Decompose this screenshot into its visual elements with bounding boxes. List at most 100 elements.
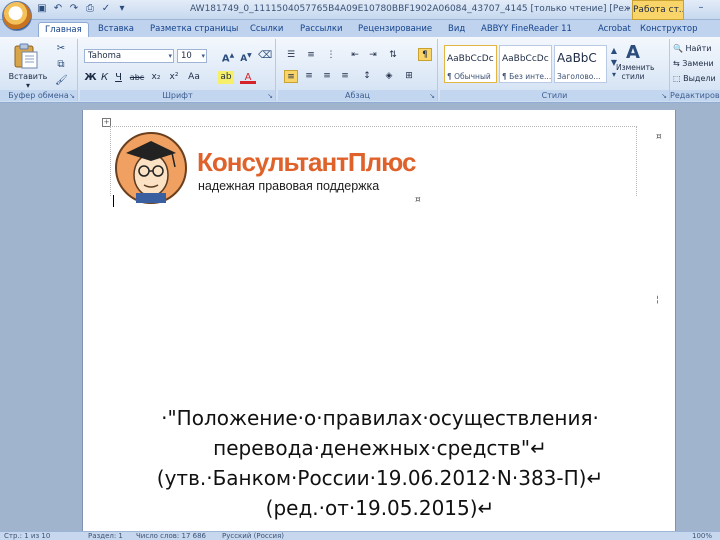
show-formatting-button[interactable]: ¶: [418, 48, 432, 61]
print-icon[interactable]: ⎙: [84, 3, 96, 15]
line-spacing-icon[interactable]: ↕: [360, 70, 374, 83]
increase-indent-icon[interactable]: ⇥: [366, 49, 380, 62]
clipboard-launcher-icon[interactable]: ↘: [69, 92, 75, 100]
tab-view[interactable]: Вид: [448, 22, 465, 37]
ribbon-tabs: Главная Вставка Разметка страницы Ссылки…: [0, 20, 720, 37]
highlight-button[interactable]: ab: [218, 71, 234, 84]
document-workspace: + КонсультантПлюс надежная правовая подд…: [0, 103, 720, 540]
spellcheck-icon[interactable]: ✓: [100, 3, 112, 15]
strikethrough-button[interactable]: abc: [128, 71, 146, 84]
document-approval-line: (утв.·Банком·России·19.06.2012·N·383-П)↵: [156, 466, 604, 490]
document-revision-line: (ред.·от·19.05.2015)↵: [265, 496, 495, 520]
status-word-count[interactable]: Число слов: 17 686: [136, 532, 206, 540]
cut-icon[interactable]: ✂: [55, 43, 67, 55]
font-launcher-icon[interactable]: ↘: [267, 92, 273, 100]
underline-button[interactable]: Ч: [112, 71, 125, 84]
status-page[interactable]: Стр.: 1 из 10: [4, 532, 50, 540]
superscript-button[interactable]: x²: [166, 71, 182, 84]
minimize-button[interactable]: –: [690, 3, 712, 15]
style-no-spacing[interactable]: AaBbCcDc ¶ Без инте...: [499, 45, 552, 83]
paragraph-launcher-icon[interactable]: ↘: [429, 92, 435, 100]
sort-icon[interactable]: ⇅: [386, 49, 400, 62]
office-button[interactable]: [2, 1, 32, 31]
paste-button[interactable]: Вставить ▾: [6, 72, 50, 90]
format-painter-icon[interactable]: 🖌: [55, 75, 68, 87]
dropdown-icon[interactable]: ▾: [116, 3, 128, 15]
numbering-icon[interactable]: ≡: [304, 49, 318, 62]
align-center-icon[interactable]: ≡: [302, 70, 316, 83]
paste-arrow-icon: ▾: [25, 81, 30, 90]
document-title-line-1: ·"Положение·о·правилах·осуществления·: [161, 406, 599, 430]
status-section[interactable]: Раздел: 1: [88, 532, 123, 540]
document-title-line-2: перевода·денежных·средств"↵: [213, 436, 547, 460]
text-cursor: [113, 195, 114, 207]
clipboard-group-label: Буфер обмена: [0, 90, 77, 101]
tab-insert[interactable]: Вставка: [98, 22, 134, 37]
tab-references[interactable]: Ссылки: [250, 22, 283, 37]
replace-button[interactable]: ⇆ Замени: [673, 58, 720, 70]
logo-title: КонсультантПлюс: [197, 147, 416, 177]
tab-page-layout[interactable]: Разметка страницы: [150, 22, 238, 37]
tab-review[interactable]: Рецензирование: [358, 22, 432, 37]
tab-mailings[interactable]: Рассылки: [300, 22, 342, 37]
style-name: Заголово...: [557, 72, 601, 81]
tab-acrobat[interactable]: Acrobat: [598, 22, 631, 37]
decrease-indent-icon[interactable]: ⇤: [348, 49, 362, 62]
style-sample: AaBbC: [557, 51, 597, 65]
borders-icon[interactable]: ⊞: [402, 70, 416, 83]
tab-abbyy[interactable]: ABBYY FineReader 11: [481, 22, 572, 37]
chevron-down-icon: ▾: [201, 52, 205, 60]
change-styles-button[interactable]: A Изменить стили: [616, 43, 654, 82]
paragraph-group-label: Абзац: [278, 90, 437, 101]
select-icon: ⬚: [673, 74, 681, 83]
paragraph-group: ☰ ≡ ⋮ ⇤ ⇥ ⇅ ¶ ≡ ≡ ≡ ≡ ↕ ◈ ⊞ Абзац ↘: [278, 39, 438, 101]
align-right-icon[interactable]: ≡: [320, 70, 334, 83]
font-group: Tahoma ▾ 10 ▾ A▲ A▼ ⌫ Ж К Ч abc x₂ x² Aa…: [80, 39, 276, 101]
shrink-font-icon[interactable]: A▼: [238, 50, 254, 65]
quick-access-toolbar: ▣ ↶ ↷ ⎙ ✓ ▾: [36, 3, 128, 15]
font-name-select[interactable]: Tahoma ▾: [84, 49, 174, 63]
styles-launcher-icon[interactable]: ↘: [661, 92, 667, 100]
style-normal[interactable]: AaBbCcDc ¶ Обычный: [444, 45, 497, 83]
font-name-value: Tahoma: [88, 51, 122, 61]
end-of-cell-mark: ¤: [415, 195, 421, 205]
ribbon: Вставить ▾ ✂ ⧉ 🖌 Буфер обмена ↘ Tahoma ▾…: [0, 37, 720, 103]
styles-group-label: Стили: [440, 90, 669, 101]
context-tab-table-tools[interactable]: Работа ст...: [632, 0, 684, 20]
find-button[interactable]: 🔍 Найти: [673, 43, 720, 55]
style-sample: AaBbCcDc: [447, 54, 494, 64]
undo-icon[interactable]: ↶: [52, 3, 64, 15]
style-heading[interactable]: AaBbC Заголово...: [554, 45, 607, 83]
status-bar: Стр.: 1 из 10 Раздел: 1 Число слов: 17 6…: [0, 531, 720, 540]
change-styles-label: Изменить стили: [616, 63, 655, 81]
status-language[interactable]: Русский (Россия): [222, 532, 284, 540]
shading-icon[interactable]: ◈: [382, 70, 396, 83]
paste-icon[interactable]: [12, 43, 40, 69]
multilevel-list-icon[interactable]: ⋮: [324, 49, 338, 62]
font-color-button[interactable]: A: [240, 71, 256, 84]
zoom-level[interactable]: 100%: [692, 532, 712, 540]
tab-home[interactable]: Главная: [38, 22, 89, 37]
italic-button[interactable]: К: [98, 71, 111, 84]
select-button[interactable]: ⬚ Выдели: [673, 73, 720, 85]
align-left-icon[interactable]: ≡: [284, 70, 298, 83]
font-size-value: 10: [181, 51, 192, 61]
style-name: ¶ Обычный: [447, 72, 491, 81]
subscript-button[interactable]: x₂: [148, 71, 164, 84]
change-case-button[interactable]: Aa: [186, 71, 202, 84]
justify-icon[interactable]: ≡: [338, 70, 352, 83]
grow-font-icon[interactable]: A▲: [220, 50, 236, 65]
replace-label: Замени: [682, 59, 714, 68]
replace-icon: ⇆: [673, 59, 680, 68]
save-icon[interactable]: ▣: [36, 3, 48, 15]
tab-design[interactable]: Конструктор: [640, 22, 698, 37]
font-size-select[interactable]: 10 ▾: [177, 49, 207, 63]
bullets-icon[interactable]: ☰: [284, 49, 298, 62]
redo-icon[interactable]: ↷: [68, 3, 80, 15]
copy-icon[interactable]: ⧉: [55, 59, 67, 71]
paste-label: Вставить: [8, 72, 48, 81]
bold-button[interactable]: Ж: [84, 71, 97, 84]
find-icon: 🔍: [673, 44, 683, 53]
clear-format-icon[interactable]: ⌫: [258, 50, 272, 62]
document-page[interactable]: + КонсультантПлюс надежная правовая подд…: [82, 110, 676, 540]
